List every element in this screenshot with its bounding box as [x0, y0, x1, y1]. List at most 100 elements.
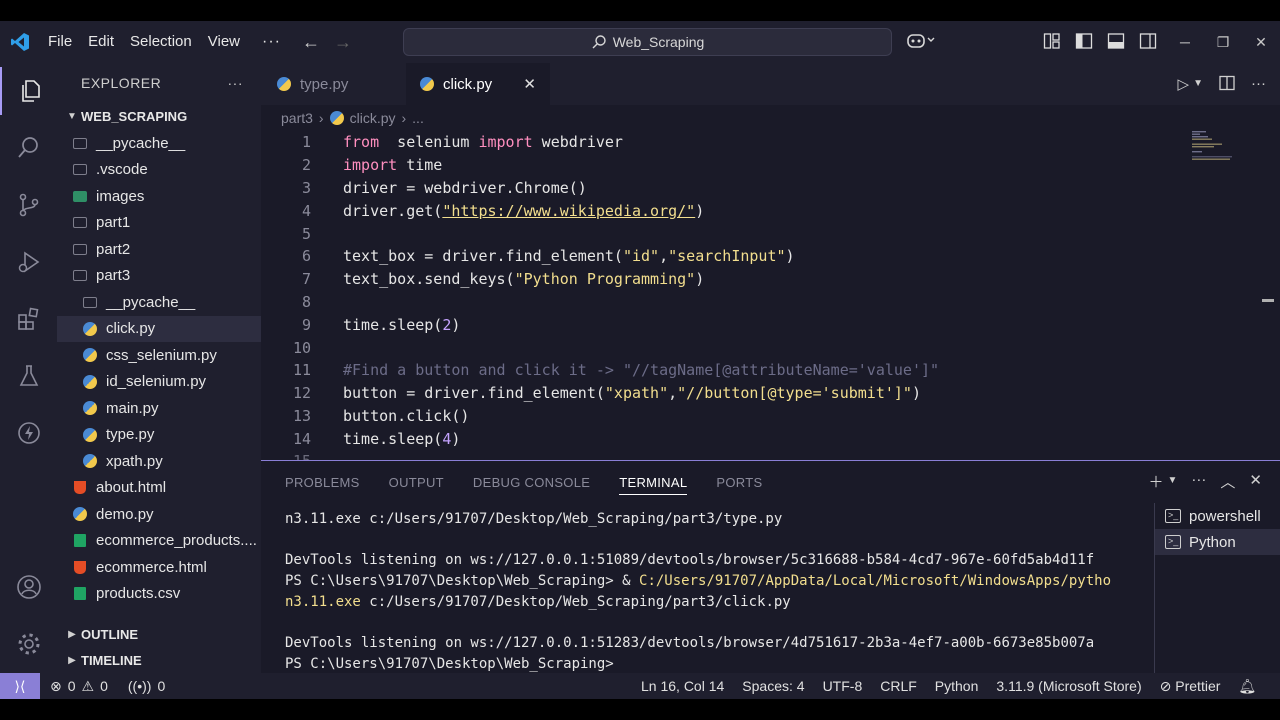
breadcrumb-more[interactable]: ...	[412, 110, 424, 126]
tree-item[interactable]: xpath.py	[57, 448, 261, 475]
line-ending[interactable]: CRLF	[880, 678, 917, 694]
prettier-status[interactable]: ⊘ Prettier	[1160, 678, 1221, 695]
extensions-icon[interactable]	[0, 295, 57, 343]
tab-type-py[interactable]: type.py	[261, 63, 406, 105]
tree-item[interactable]: images	[57, 183, 261, 210]
tree-item[interactable]: demo.py	[57, 501, 261, 528]
terminal-instance[interactable]: >_ Python	[1155, 529, 1280, 555]
terminal-output[interactable]: n3.11.exe c:/Users/91707/Desktop/Web_Scr…	[285, 511, 1145, 677]
tree-item[interactable]: part2	[57, 236, 261, 263]
code-token: time.sleep(	[343, 429, 443, 448]
run-python-icon[interactable]: ▷	[1178, 75, 1190, 95]
menu-edit[interactable]: Edit	[80, 21, 122, 63]
menu-view[interactable]: View	[200, 21, 248, 63]
panel-tab-output[interactable]: OUTPUT	[389, 475, 444, 490]
workspace-root[interactable]: ▼ WEB_SCRAPING	[57, 103, 261, 130]
minimap[interactable]	[1190, 131, 1240, 161]
letterbox-top	[0, 0, 1280, 21]
notifications-bell-icon[interactable]: 🔔︎	[1238, 678, 1256, 695]
accounts-icon[interactable]	[0, 563, 57, 611]
minimize-icon[interactable]: ─	[1166, 34, 1204, 50]
folder-open-icon	[73, 269, 87, 283]
encoding[interactable]: UTF-8	[823, 678, 863, 694]
panel-tab-terminal[interactable]: TERMINAL	[619, 470, 688, 495]
line-number: 3	[301, 178, 311, 197]
close-panel-icon[interactable]: ✕	[1249, 471, 1262, 492]
toggle-primary-sidebar-icon[interactable]	[1075, 32, 1095, 52]
tab-click-py[interactable]: click.py ✕	[406, 63, 550, 105]
menu-selection[interactable]: Selection	[122, 21, 200, 63]
code-line: 10	[261, 336, 311, 359]
tree-item[interactable]: __pycache__	[57, 130, 261, 157]
source-control-icon[interactable]	[0, 181, 57, 229]
new-terminal-icon[interactable]: ＋	[1148, 471, 1163, 492]
toggle-secondary-sidebar-icon[interactable]	[1139, 32, 1159, 52]
remote-indicator-icon[interactable]: ⟩⟨	[0, 673, 40, 699]
terminal-instance[interactable]: >_ powershell	[1155, 503, 1280, 529]
close-tab-icon[interactable]: ✕	[523, 75, 536, 93]
panel-tab-ports[interactable]: PORTS	[716, 475, 762, 490]
line-number: 15	[261, 452, 311, 460]
ports-count[interactable]: 0	[157, 678, 165, 694]
terminal-token: c:/Users/91707/Desktop/Web_Scraping/part…	[360, 593, 791, 610]
python-icon	[277, 77, 291, 91]
close-window-icon[interactable]: ✕	[1242, 34, 1280, 51]
split-editor-icon[interactable]	[1219, 75, 1235, 95]
customize-layout-icon[interactable]	[1043, 32, 1063, 52]
toggle-panel-icon[interactable]	[1107, 32, 1127, 52]
tree-item[interactable]: part1	[57, 210, 261, 237]
maximize-panel-icon[interactable]: ︿	[1220, 471, 1235, 492]
run-dropdown-chevron-icon[interactable]: ▼	[1193, 78, 1203, 95]
thunder-client-icon[interactable]	[0, 409, 57, 457]
tree-item[interactable]: .vscode	[57, 157, 261, 184]
tree-item[interactable]: main.py	[57, 395, 261, 422]
code-line: 2 import time	[261, 154, 442, 177]
run-debug-icon[interactable]	[0, 238, 57, 286]
explorer-more-button[interactable]: ···	[228, 75, 244, 91]
scrollbar-indicator[interactable]	[1262, 299, 1274, 302]
outline-section[interactable]: ▶ OUTLINE	[57, 621, 261, 647]
language-mode[interactable]: Python	[935, 678, 979, 694]
menu-file[interactable]: File	[40, 21, 80, 63]
explorer-files-icon[interactable]	[0, 67, 57, 115]
chevron-down-icon: ▼	[67, 111, 77, 122]
copilot-icon[interactable]	[906, 31, 936, 53]
cursor-position[interactable]: Ln 16, Col 14	[641, 678, 724, 694]
tree-item[interactable]: id_selenium.py	[57, 369, 261, 396]
tree-item[interactable]: ecommerce_products....	[57, 528, 261, 555]
window-controls: ─ ❐ ✕	[1166, 21, 1280, 63]
tree-item[interactable]: ecommerce.html	[57, 554, 261, 581]
panel-tab-debug-console[interactable]: DEBUG CONSOLE	[473, 475, 590, 490]
tree-item[interactable]: css_selenium.py	[57, 342, 261, 369]
search-sidebar-icon[interactable]	[0, 124, 57, 172]
line-number: 6	[301, 247, 311, 266]
python-interpreter[interactable]: 3.11.9 (Microsoft Store)	[996, 678, 1141, 694]
warning-count[interactable]: 0	[100, 678, 108, 694]
code-editor[interactable]: 1 from selenium import webdriver 2 import t…	[261, 131, 1280, 460]
restore-icon[interactable]: ❐	[1204, 34, 1242, 51]
tree-item[interactable]: about.html	[57, 475, 261, 502]
panel-more-icon[interactable]: ···	[1191, 471, 1206, 492]
terminal-dropdown-chevron-icon[interactable]: ▼	[1168, 475, 1178, 492]
back-arrow-icon[interactable]: ←	[295, 32, 327, 53]
menu-more-button[interactable]: ···	[248, 33, 295, 51]
tree-item[interactable]: type.py	[57, 422, 261, 449]
command-center-search[interactable]: Web_Scraping	[403, 28, 892, 56]
indentation[interactable]: Spaces: 4	[742, 678, 804, 694]
editor-more-icon[interactable]: ···	[1251, 75, 1266, 95]
testing-flask-icon[interactable]	[0, 352, 57, 400]
breadcrumb-file[interactable]: click.py	[350, 110, 396, 126]
python-icon	[83, 427, 97, 442]
settings-gear-icon[interactable]	[0, 620, 57, 668]
forward-arrow-icon[interactable]: →	[327, 32, 359, 53]
explorer-title: EXPLORER	[81, 75, 162, 91]
tree-item[interactable]: __pycache__	[57, 289, 261, 316]
tree-item[interactable]: part3	[57, 263, 261, 290]
tree-item[interactable]: click.py	[57, 315, 261, 342]
error-count[interactable]: 0	[68, 678, 76, 694]
breadcrumb-folder[interactable]: part3	[281, 110, 313, 126]
line-number: 7	[301, 270, 311, 289]
panel-tab-problems[interactable]: PROBLEMS	[285, 475, 360, 490]
tree-item[interactable]: products.csv	[57, 581, 261, 608]
timeline-section[interactable]: ▶ TIMELINE	[57, 647, 261, 673]
